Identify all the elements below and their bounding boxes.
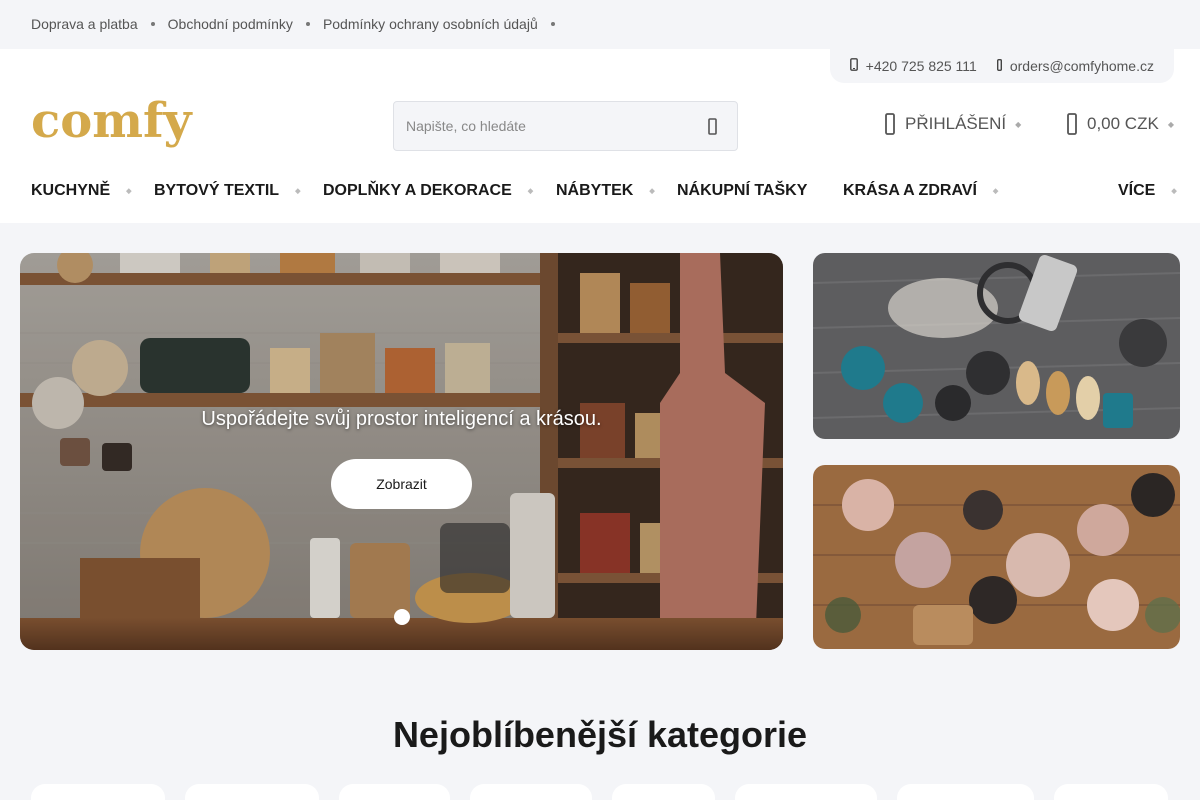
nav-label: DOPLŇKY A DEKORACE [323, 182, 512, 199]
chevron-down-icon: ◆ [527, 188, 534, 195]
contact-box: +420 725 825 111 orders@comfyhome.cz [829, 49, 1174, 83]
chevron-down-icon: ◆ [1167, 119, 1174, 129]
nav-label: NÁKUPNÍ TAŠKY [677, 182, 808, 199]
category-card[interactable] [612, 784, 715, 800]
main-navigation: KUCHYNĚ ◆ BYTOVÝ TEXTIL ◆ DOPLŇKY A DEKO… [31, 182, 1177, 202]
chevron-down-icon: ◆ [1015, 119, 1022, 129]
chevron-down-icon: ◆ [992, 188, 999, 195]
top-links: Doprava a platba Obchodní podmínky Podmí… [31, 16, 568, 32]
nav-item-beauty-health[interactable]: KRÁSA A ZDRAVÍ ◆ [843, 182, 998, 200]
nav-item-home-textile[interactable]: BYTOVÝ TEXTIL ◆ [154, 182, 300, 200]
tableware-image [813, 465, 1180, 649]
contact-phone[interactable]: +420 725 825 111 [849, 58, 977, 74]
search-icon[interactable] [687, 102, 737, 150]
email-address: orders@comfyhome.cz [1009, 58, 1154, 74]
separator-dot [150, 22, 155, 26]
contact-email[interactable]: orders@comfyhome.cz [996, 58, 1154, 74]
category-card[interactable] [339, 784, 450, 800]
top-utility-bar: Doprava a platba Obchodní podmínky Podmí… [0, 0, 1200, 49]
phone-number: +420 725 825 111 [865, 58, 977, 74]
separator-dot [550, 22, 555, 26]
cart-icon [1067, 113, 1077, 135]
nav-label: BYTOVÝ TEXTIL [154, 182, 280, 199]
hero-caption: Uspořádejte svůj prostor inteligencí a k… [201, 408, 602, 430]
search-input[interactable] [394, 102, 687, 150]
nav-label: KUCHYNĚ [31, 182, 111, 199]
login-button[interactable]: PŘIHLÁŠENÍ ◆ [885, 113, 1021, 135]
header: +420 725 825 111 orders@comfyhome.cz com… [0, 49, 1200, 223]
utensils-image [813, 253, 1180, 439]
hero-banner[interactable]: Uspořádejte svůj prostor inteligencí a k… [20, 253, 783, 650]
category-card[interactable] [1054, 784, 1168, 800]
hero-image [20, 253, 783, 650]
search-bar [393, 101, 738, 151]
category-list [0, 784, 1200, 800]
link-terms[interactable]: Obchodní podmínky [168, 16, 293, 32]
logo[interactable]: comfy [31, 97, 192, 145]
section-title-popular-categories: Nejoblíbenější kategorie [392, 714, 808, 755]
chevron-down-icon: ◆ [1171, 188, 1177, 195]
chevron-down-icon: ◆ [295, 188, 301, 195]
nav-item-furniture[interactable]: NÁBYTEK ◆ [556, 182, 655, 200]
category-card[interactable] [735, 784, 877, 800]
nav-label: KRÁSA A ZDRAVÍ [843, 182, 977, 199]
chevron-down-icon: ◆ [649, 188, 655, 195]
user-icon [885, 113, 895, 135]
separator-dot [305, 22, 310, 26]
link-privacy[interactable]: Podmínky ochrany osobních údajů [323, 16, 538, 32]
mail-icon [996, 58, 1002, 74]
nav-item-more[interactable]: VÍCE ◆ [1118, 182, 1177, 200]
nav-item-decor[interactable]: DOPLŇKY A DEKORACE ◆ [323, 182, 533, 200]
link-shipping-payment[interactable]: Doprava a platba [31, 16, 138, 32]
phone-icon [849, 58, 858, 74]
login-label: PŘIHLÁŠENÍ [905, 114, 1007, 133]
promo-banner-tableware[interactable] [813, 465, 1180, 649]
category-card[interactable] [470, 784, 592, 800]
carousel-dot-active[interactable] [394, 609, 410, 625]
promo-banner-utensils[interactable] [813, 253, 1180, 439]
nav-label: VÍCE [1118, 182, 1156, 199]
chevron-down-icon: ◆ [126, 188, 132, 195]
cart-total: 0,00 CZK [1087, 114, 1159, 133]
hero-show-button[interactable]: Zobrazit [331, 459, 472, 509]
nav-item-kitchen[interactable]: KUCHYNĚ ◆ [31, 182, 132, 200]
category-card[interactable] [185, 784, 319, 800]
category-card[interactable] [897, 784, 1034, 800]
cart-button[interactable]: 0,00 CZK ◆ [1067, 113, 1174, 135]
nav-item-shopping-bags[interactable]: NÁKUPNÍ TAŠKY [677, 182, 807, 200]
nav-label: NÁBYTEK [556, 182, 634, 199]
category-card[interactable] [31, 784, 165, 800]
